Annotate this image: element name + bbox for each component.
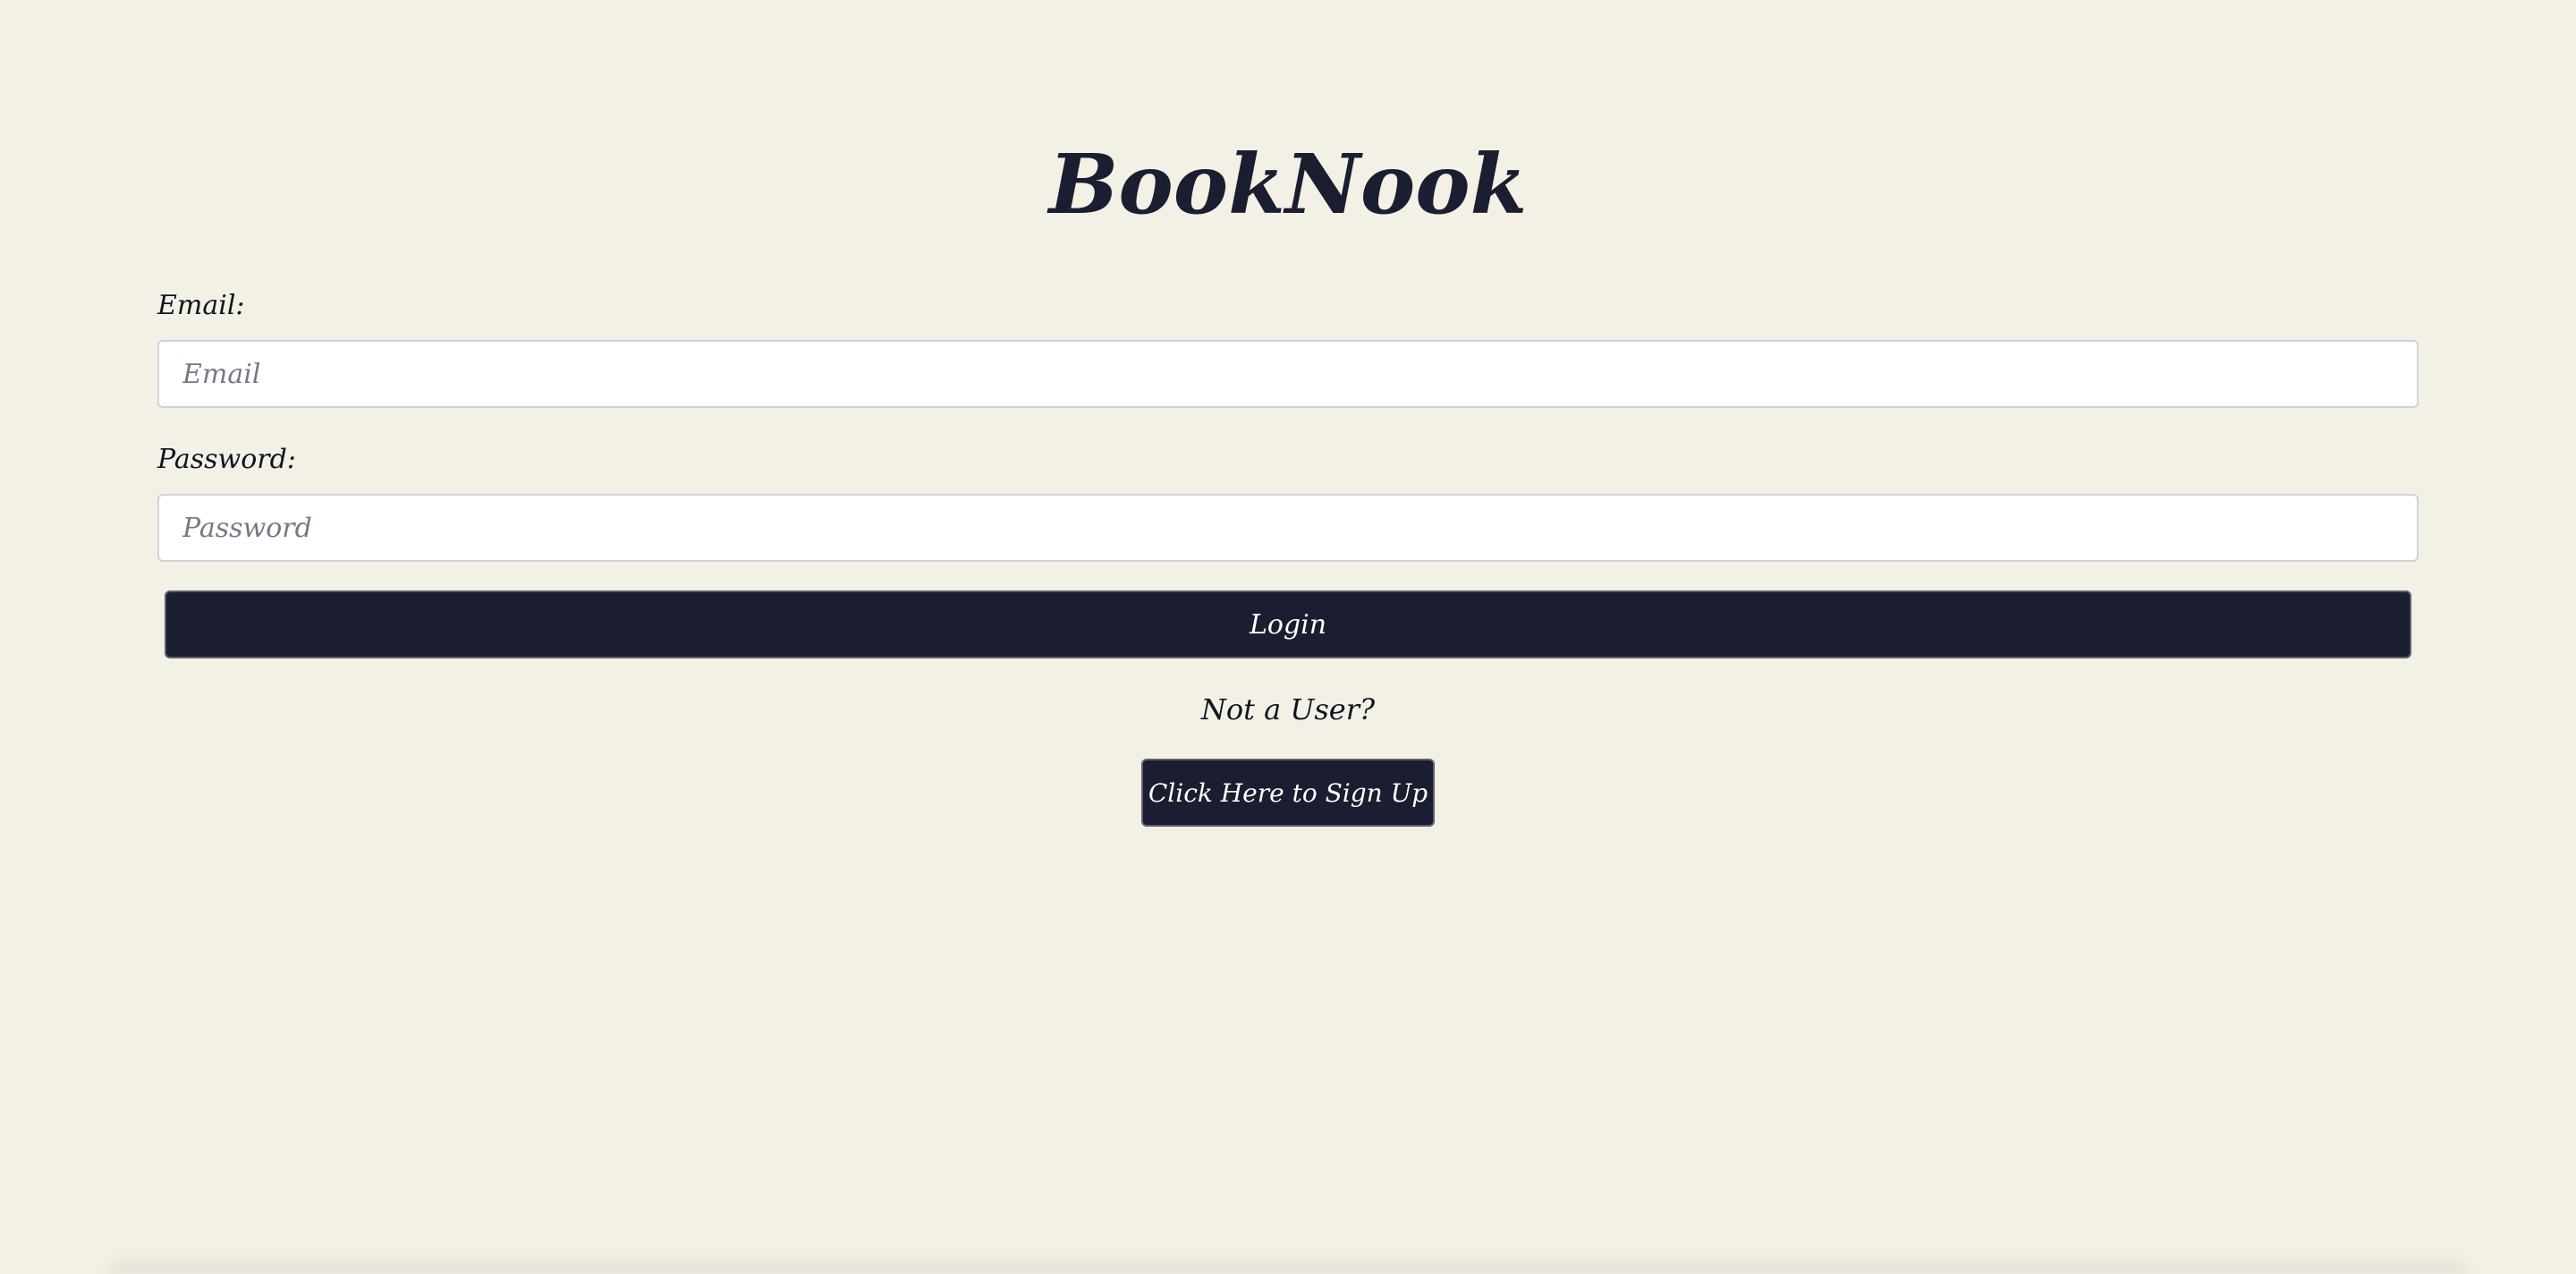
password-label: Password: xyxy=(157,444,296,475)
signup-button[interactable]: Click Here to Sign Up xyxy=(1141,759,1435,827)
email-label: Email: xyxy=(157,290,245,321)
bottom-shadow-divider xyxy=(107,1254,2469,1274)
password-field[interactable] xyxy=(157,494,2419,562)
login-page: BookNook Email: Password: Login Not a Us… xyxy=(0,0,2576,1274)
page-title: BookNook xyxy=(1048,136,1528,233)
signup-prompt: Not a User? xyxy=(1200,692,1376,726)
login-button[interactable]: Login xyxy=(165,590,2411,658)
email-field[interactable] xyxy=(157,340,2419,408)
